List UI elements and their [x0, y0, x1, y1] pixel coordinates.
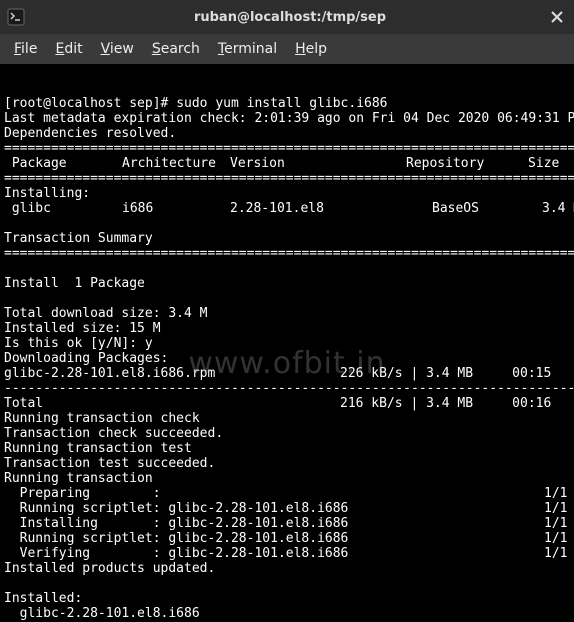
run-tx: Running transaction: [4, 471, 153, 486]
pkg-repo: BaseOS: [432, 201, 542, 216]
dl-file: glibc-2.28-101.el8.i686.rpm: [4, 366, 340, 381]
dl-size: Total download size: 3.4 M: [4, 306, 208, 321]
titlebar: ruban@localhost:/tmp/sep: [0, 0, 574, 34]
menu-file[interactable]: File: [6, 37, 45, 61]
command: sudo yum install glibc.i686: [176, 96, 387, 111]
run-test: Running transaction test: [4, 441, 192, 456]
menu-terminal[interactable]: Terminal: [210, 37, 285, 61]
close-button[interactable]: [546, 6, 568, 28]
frac: 1/1: [544, 531, 567, 546]
frac: 1/1: [544, 501, 567, 516]
menu-search[interactable]: Search: [144, 37, 208, 61]
total-stats: 216 kB/s | 3.4 MB 00:16: [340, 396, 551, 411]
inst-size: Installed size: 15 M: [4, 321, 161, 336]
dash-rule: ----------------------------------------…: [4, 381, 574, 396]
frac: 1/1: [544, 516, 567, 531]
rule: ========================================…: [4, 141, 574, 156]
scriptlet: Running scriptlet: glibc-2.28-101.el8.i6…: [4, 531, 544, 546]
dl-stats: 226 kB/s | 3.4 MB 00:15: [340, 366, 551, 381]
output-line: Dependencies resolved.: [4, 126, 176, 141]
close-icon: [551, 11, 563, 23]
total-label: Total: [4, 396, 340, 411]
test-ok: Transaction test succeeded.: [4, 456, 215, 471]
tx-summary: Transaction Summary: [4, 231, 153, 246]
prod-updated: Installed products updated.: [4, 561, 215, 576]
installing-label: Installing:: [4, 186, 90, 201]
pkg-arch: i686: [122, 201, 230, 216]
frac: 1/1: [544, 546, 567, 561]
col-size: Size: [528, 156, 559, 171]
confirm: Is this ok [y/N]: y: [4, 336, 153, 351]
menu-view[interactable]: View: [93, 37, 142, 61]
verify-line: Verifying : glibc-2.28-101.el8.i686: [4, 546, 544, 561]
prep-label: Preparing :: [4, 486, 544, 501]
terminal-window: ruban@localhost:/tmp/sep File Edit View …: [0, 0, 574, 622]
prep-frac: 1/1: [544, 486, 567, 501]
rule: ========================================…: [4, 246, 574, 261]
prompt: [root@localhost sep]#: [4, 96, 176, 111]
menu-edit[interactable]: Edit: [47, 37, 90, 61]
col-arch: Architecture: [122, 156, 230, 171]
check-ok: Transaction check succeeded.: [4, 426, 223, 441]
col-package: Package: [4, 156, 122, 171]
run-check: Running transaction check: [4, 411, 200, 426]
dl-label: Downloading Packages:: [4, 351, 168, 366]
scriptlet: Running scriptlet: glibc-2.28-101.el8.i6…: [4, 501, 544, 516]
pkg-name: glibc: [4, 201, 122, 216]
col-version: Version: [230, 156, 406, 171]
menubar: File Edit View Search Terminal Help: [0, 34, 574, 64]
terminal-output[interactable]: www.ofbit.in [root@localhost sep]# sudo …: [0, 64, 574, 622]
installed-hdr: Installed:: [4, 591, 82, 606]
menu-help[interactable]: Help: [287, 37, 335, 61]
pkg-size: 3.4 M: [542, 201, 574, 216]
install-count: Install 1 Package: [4, 276, 145, 291]
col-repo: Repository: [406, 156, 528, 171]
install-line: Installing : glibc-2.28-101.el8.i686: [4, 516, 544, 531]
terminal-app-icon: [6, 7, 26, 27]
rule: ========================================…: [4, 171, 574, 186]
output-line: Last metadata expiration check: 2:01:39 …: [4, 111, 574, 126]
installed-pkg: glibc-2.28-101.el8.i686: [4, 606, 200, 621]
window-title: ruban@localhost:/tmp/sep: [34, 10, 546, 25]
pkg-version: 2.28-101.el8: [230, 201, 432, 216]
